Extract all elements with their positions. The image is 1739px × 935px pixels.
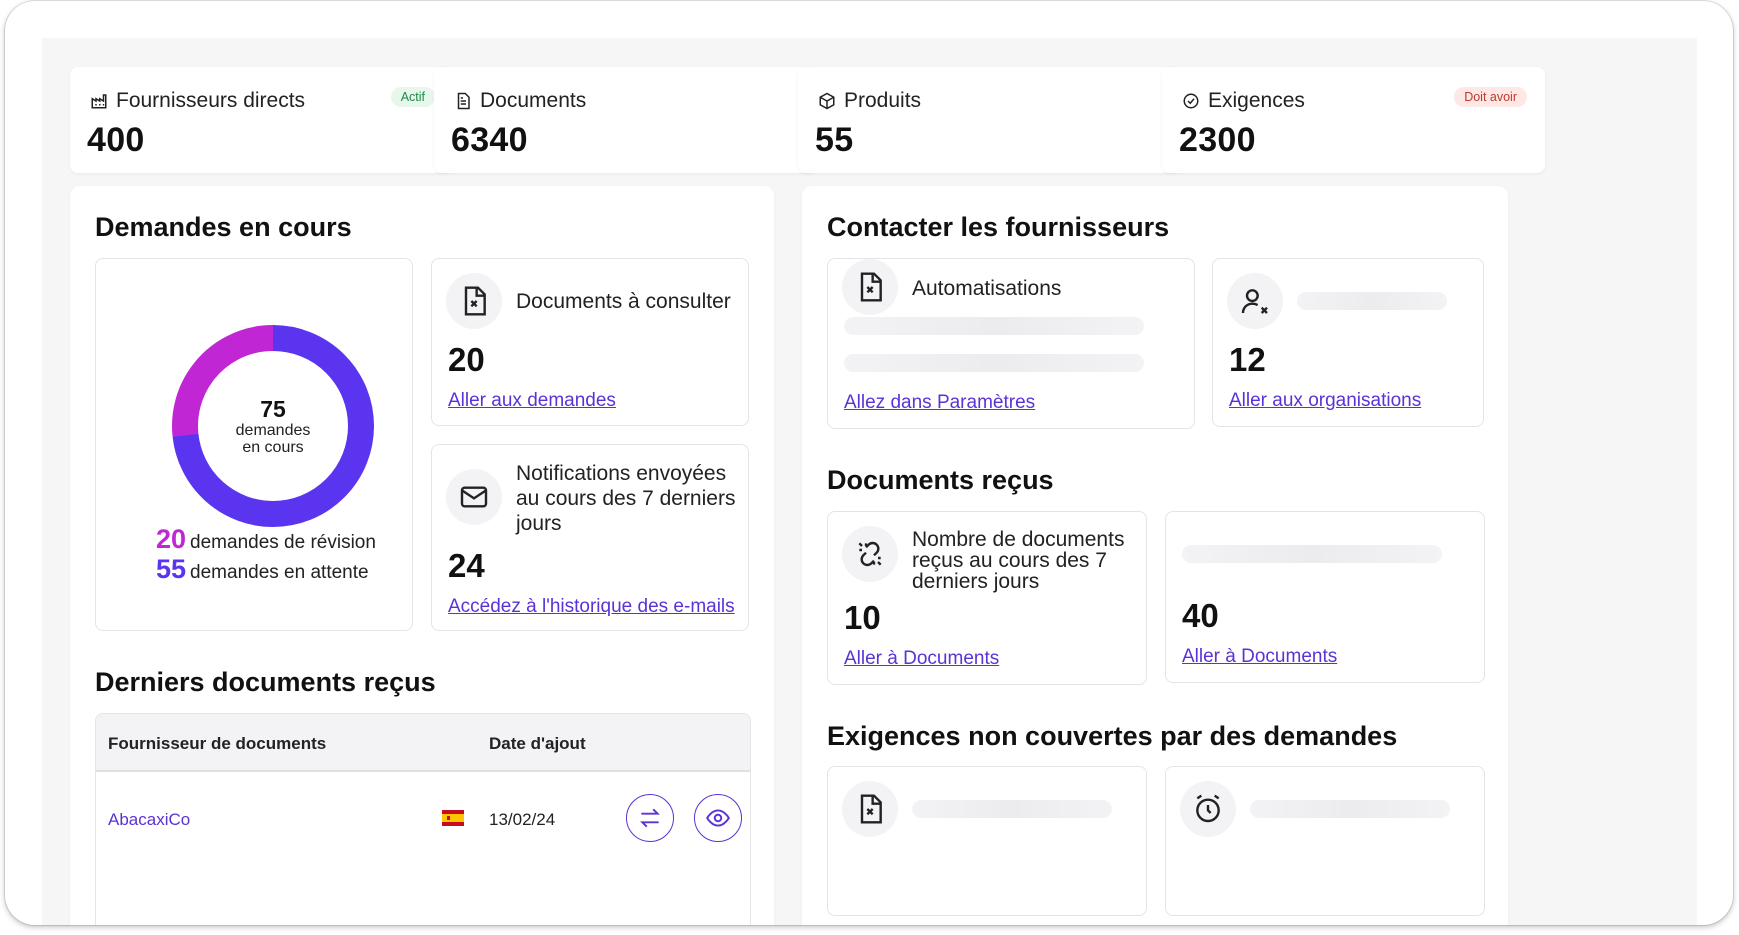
loading-placeholder [1250,800,1450,818]
stat-value: 400 [87,121,145,159]
icon-container [446,273,502,329]
card-title: Nombre de documents reçus au cours des 7… [912,528,1125,593]
automations-card[interactable]: Automatisations Allez dans Paramètres [827,258,1195,429]
notifications-card[interactable]: Notifications envoyées au cours des 7 de… [431,444,749,631]
app-window: Fournisseurs directs Actif 400 Documents… [5,1,1733,925]
go-to-requests-link[interactable]: Aller aux demandes [448,390,616,412]
latest-docs-title: Derniers documents reçus [95,667,436,697]
arrows-exchange-icon [640,808,660,828]
go-to-settings-link[interactable]: Allez dans Paramètres [844,392,1035,414]
stat-card-products[interactable]: Produits 55 [798,67,1181,173]
card-value: 20 [448,341,485,378]
date-cell: 13/02/24 [489,810,556,829]
go-to-documents-link[interactable]: Aller à Documents [844,648,999,670]
file-x-icon [860,272,882,302]
loading-placeholder [1297,292,1447,310]
file-x-icon [860,794,882,824]
docs-to-consult-card[interactable]: Documents à consulter 20 Aller aux deman… [431,258,749,426]
organizations-card[interactable]: 12 Aller aux organisations [1212,258,1484,427]
stat-label: Documents [480,89,587,112]
stat-card-documents[interactable]: Documents 6340 [434,67,817,173]
legend-revision: 20 demandes de révision [156,524,376,555]
stat-label: Produits [844,89,922,112]
received-title: Documents reçus [827,465,1054,495]
spain-flag-icon [442,810,464,826]
file-x-icon [464,286,486,316]
icon-container [842,259,898,315]
supplier-link[interactable]: AbacaxiCo [108,810,190,830]
loading-placeholder [912,800,1112,818]
donut-card: 75 demandes en cours 20 demandes de révis… [95,258,413,631]
factory-icon [91,94,107,109]
received-other-card[interactable]: 40 Aller à Documents [1165,511,1485,683]
column-header-supplier: Fournisseur de documents [108,734,327,753]
user-x-icon [1241,289,1268,314]
card-value: 40 [1182,597,1219,634]
status-badge: Actif [390,87,435,107]
latest-docs-table: Fournisseur de documents Date d'ajout Ab… [95,713,751,925]
icon-container [842,526,898,582]
card-title: Notifications envoyées au cours des 7 de… [516,462,736,536]
stat-value: 6340 [451,121,528,159]
box-icon [819,92,835,110]
icon-container [446,469,502,525]
uncovered-card-2[interactable] [1165,766,1485,916]
icon-container [1180,781,1236,837]
card-title: Automatisations [912,277,1062,300]
check-circle-icon [1183,93,1199,109]
loading-placeholder [844,317,1144,335]
donut-total: 75 [260,395,286,422]
status-badge: Doit avoir [1454,87,1527,107]
broken-link-icon [858,541,882,567]
donut-total-label: demandes [235,421,311,439]
loading-placeholder [844,354,1144,372]
legend-label: demandes de révision [190,532,376,553]
document-icon [457,92,470,110]
stat-card-suppliers[interactable]: Fournisseurs directs Actif 400 [70,67,453,173]
card-value: 12 [1229,341,1266,378]
icon-container [842,781,898,837]
legend-value: 55 [156,554,187,584]
table-row[interactable]: AbacaxiCo 13/02/24 [96,774,750,864]
alarm-clock-icon [1196,794,1220,823]
card-title: Documents à consulter [516,290,731,313]
donut-total-label-2: en cours [242,438,304,456]
requests-donut-chart: 75 demandes en cours [160,313,386,539]
view-button[interactable] [694,794,742,842]
go-to-documents-link[interactable]: Aller à Documents [1182,646,1337,668]
card-value: 10 [844,599,881,636]
legend-value: 20 [156,524,187,554]
received-count-card[interactable]: Nombre de documents reçus au cours des 7… [827,511,1147,685]
stat-label: Exigences [1208,89,1305,112]
go-to-organizations-link[interactable]: Aller aux organisations [1229,390,1421,412]
stat-value: 2300 [1179,121,1256,159]
column-header-date: Date d'ajout [489,734,586,753]
stat-card-requirements[interactable]: Exigences Doit avoir 2300 [1162,67,1545,173]
requests-title: Demandes en cours [95,212,352,242]
right-panel: Contacter les fournisseurs Automatisatio… [802,186,1508,925]
mail-icon [460,486,488,508]
uncovered-card-1[interactable] [827,766,1147,916]
contact-title: Contacter les fournisseurs [827,212,1170,242]
table-header: Fournisseur de documents Date d'ajout [96,714,750,772]
icon-container [1227,273,1283,329]
stat-value: 55 [815,121,854,159]
uncovered-title: Exigences non couvertes par des demandes [827,721,1398,751]
dashboard-canvas: Fournisseurs directs Actif 400 Documents… [42,38,1697,925]
stat-label: Fournisseurs directs [116,89,306,112]
eye-icon [706,809,730,827]
email-history-link[interactable]: Accédez à l'historique des e-mails [448,596,735,618]
legend-label: demandes en attente [190,562,369,583]
loading-placeholder [1182,545,1442,563]
legend-pending: 55 demandes en attente [156,554,369,585]
exchange-button[interactable] [626,794,674,842]
card-value: 24 [448,547,485,584]
